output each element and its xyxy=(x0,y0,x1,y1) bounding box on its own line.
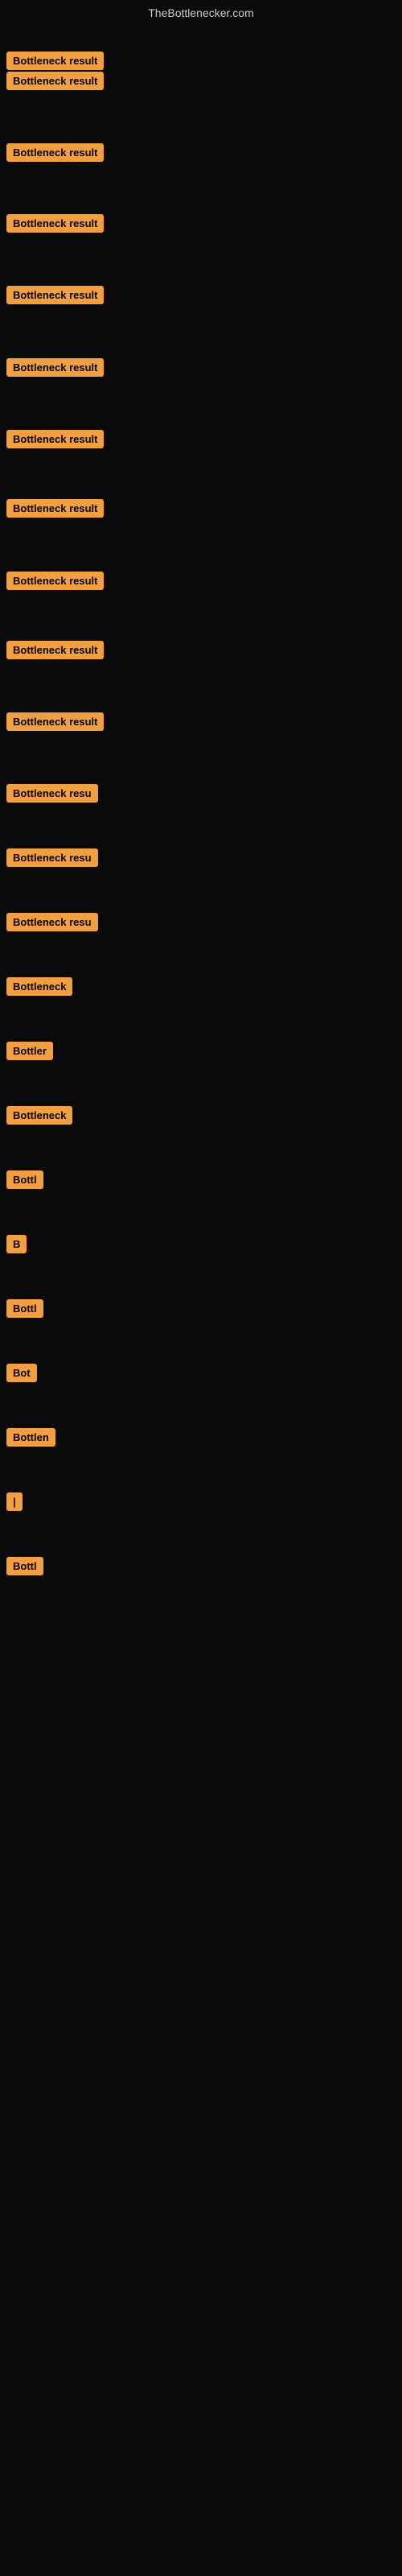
bottleneck-item-6: Bottleneck result xyxy=(0,358,104,381)
bottleneck-item-1: Bottleneck result xyxy=(0,52,104,74)
bottleneck-badge-12[interactable]: Bottleneck resu xyxy=(6,784,98,803)
bottleneck-item-12: Bottleneck resu xyxy=(0,784,98,807)
bottleneck-item-10: Bottleneck result xyxy=(0,641,104,663)
bottleneck-item-15: Bottleneck xyxy=(0,977,72,1000)
bottleneck-item-2: Bottleneck result xyxy=(0,72,104,94)
site-title: TheBottlenecker.com xyxy=(0,0,402,27)
bottleneck-badge-1[interactable]: Bottleneck result xyxy=(6,52,104,70)
bottleneck-badge-5[interactable]: Bottleneck result xyxy=(6,286,104,304)
bottleneck-item-20: Bottl xyxy=(0,1299,43,1322)
bottleneck-item-3: Bottleneck result xyxy=(0,143,104,166)
bottleneck-badge-21[interactable]: Bot xyxy=(6,1364,37,1382)
bottleneck-item-4: Bottleneck result xyxy=(0,214,104,237)
bottleneck-badge-4[interactable]: Bottleneck result xyxy=(6,214,104,233)
bottleneck-item-23: | xyxy=(0,1492,23,1515)
bottleneck-item-16: Bottler xyxy=(0,1042,53,1064)
bottleneck-item-9: Bottleneck result xyxy=(0,572,104,594)
bottleneck-badge-3[interactable]: Bottleneck result xyxy=(6,143,104,162)
bottleneck-item-13: Bottleneck resu xyxy=(0,848,98,871)
bottleneck-badge-6[interactable]: Bottleneck result xyxy=(6,358,104,377)
bottleneck-item-17: Bottleneck xyxy=(0,1106,72,1129)
bottleneck-item-14: Bottleneck resu xyxy=(0,913,98,935)
bottleneck-badge-7[interactable]: Bottleneck result xyxy=(6,430,104,448)
bottleneck-badge-10[interactable]: Bottleneck result xyxy=(6,641,104,659)
bottleneck-item-21: Bot xyxy=(0,1364,37,1386)
bottleneck-item-7: Bottleneck result xyxy=(0,430,104,452)
bottleneck-badge-11[interactable]: Bottleneck result xyxy=(6,712,104,731)
bottleneck-badge-2[interactable]: Bottleneck result xyxy=(6,72,104,90)
bottleneck-badge-17[interactable]: Bottleneck xyxy=(6,1106,72,1125)
bottleneck-item-19: B xyxy=(0,1235,27,1257)
bottleneck-badge-9[interactable]: Bottleneck result xyxy=(6,572,104,590)
bottleneck-badge-19[interactable]: B xyxy=(6,1235,27,1253)
bottleneck-badge-15[interactable]: Bottleneck xyxy=(6,977,72,996)
bottleneck-item-5: Bottleneck result xyxy=(0,286,104,308)
page-wrapper: TheBottlenecker.com Bottleneck resultBot… xyxy=(0,0,402,2442)
bottleneck-badge-14[interactable]: Bottleneck resu xyxy=(6,913,98,931)
bottleneck-badge-23[interactable]: | xyxy=(6,1492,23,1511)
items-container: Bottleneck result Bottleneck result Bottle… xyxy=(0,27,402,2442)
bottleneck-badge-13[interactable]: Bottleneck resu xyxy=(6,848,98,867)
bottleneck-badge-20[interactable]: Bottl xyxy=(6,1299,43,1318)
bottleneck-badge-22[interactable]: Bottlen xyxy=(6,1428,55,1447)
bottleneck-item-22: Bottlen xyxy=(0,1428,55,1451)
bottleneck-badge-16[interactable]: Bottler xyxy=(6,1042,53,1060)
bottleneck-item-11: Bottleneck result xyxy=(0,712,104,735)
bottleneck-item-8: Bottleneck result xyxy=(0,499,104,522)
bottleneck-badge-18[interactable]: Bottl xyxy=(6,1170,43,1189)
bottleneck-badge-8[interactable]: Bottleneck result xyxy=(6,499,104,518)
bottleneck-item-18: Bottl xyxy=(0,1170,43,1193)
bottleneck-badge-24[interactable]: Bottl xyxy=(6,1557,43,1575)
bottleneck-item-24: Bottl xyxy=(0,1557,43,1579)
